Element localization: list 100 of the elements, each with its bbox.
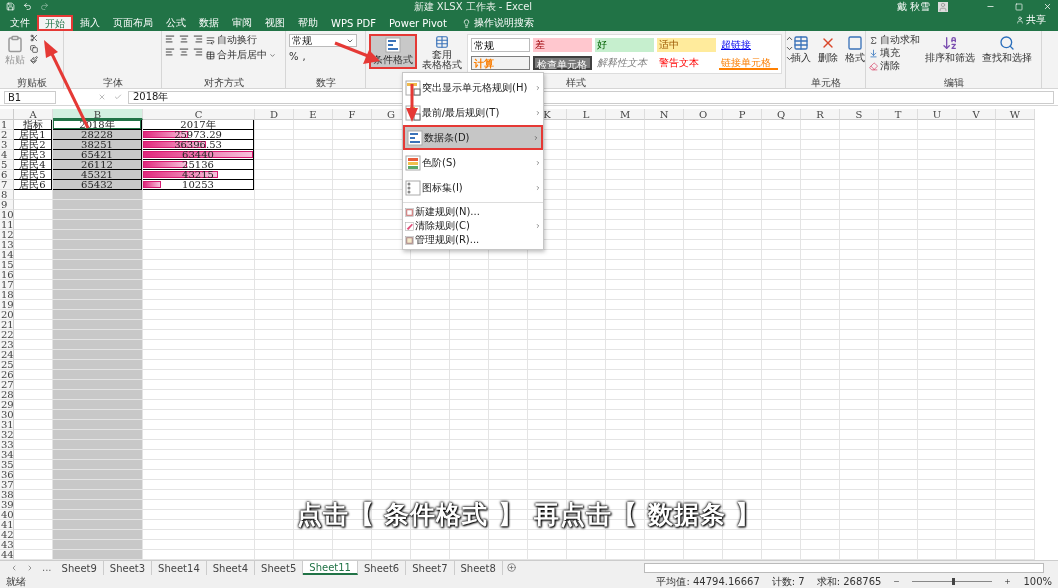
status-count: 计数: 7: [771, 574, 805, 588]
scroll-down-icon[interactable]: [785, 44, 794, 53]
check-icon[interactable]: [114, 93, 122, 101]
editing-button[interactable]: 查找和选择: [980, 34, 1034, 65]
zoom-out-icon[interactable]: [893, 578, 901, 585]
menu-item[interactable]: 色阶(S): [403, 150, 543, 175]
table-format-button[interactable]: 套用 表格格式: [420, 34, 464, 71]
cell-value: 63440: [182, 149, 214, 160]
menu-item[interactable]: 图标集(I): [403, 175, 543, 200]
column-header[interactable]: Q: [762, 109, 801, 120]
cell-style[interactable]: 检查单元格: [533, 56, 592, 70]
right-icon: [26, 563, 34, 572]
ribbon-tab[interactable]: 开始: [37, 15, 73, 31]
window-title: 新建 XLSX 工作表 - Excel: [413, 0, 533, 14]
ribbon-tab[interactable]: WPS PDF: [325, 15, 382, 31]
avatar-icon[interactable]: [938, 1, 948, 12]
cell-style[interactable]: 常规: [471, 38, 530, 52]
column-header[interactable]: P: [723, 109, 762, 120]
column-header[interactable]: F: [333, 109, 372, 120]
close-icon[interactable]: [1043, 2, 1052, 11]
editing-button[interactable]: 填充: [869, 47, 920, 59]
save-icon[interactable]: [6, 2, 15, 11]
menu-item[interactable]: 新建规则(N)...: [403, 205, 543, 219]
cells-button[interactable]: 删除: [816, 34, 840, 65]
comma-button[interactable]: ,: [302, 50, 306, 62]
column-header[interactable]: C: [143, 109, 255, 120]
ribbon-tab[interactable]: 公式: [160, 15, 192, 31]
plus-icon: [506, 563, 516, 572]
eraser-icon: [405, 221, 414, 231]
align-left-icon[interactable]: [165, 47, 175, 57]
zoom-in-icon[interactable]: [1004, 578, 1012, 585]
column-header[interactable]: B: [53, 109, 143, 120]
cells-button[interactable]: 插入: [789, 34, 813, 65]
cancel-icon[interactable]: [98, 93, 106, 101]
cells-button[interactable]: 格式: [843, 34, 867, 65]
column-header[interactable]: T: [879, 109, 918, 120]
submenu-icon: [533, 134, 539, 141]
status-sum: 求和: 268765: [816, 574, 882, 588]
column-header[interactable]: V: [957, 109, 996, 120]
editing-button[interactable]: 自动求和: [869, 34, 920, 46]
number-format-dropdown[interactable]: 常规: [289, 34, 357, 47]
name-box[interactable]: B1: [4, 90, 56, 104]
align-center-icon[interactable]: [179, 47, 189, 57]
editing-button[interactable]: 排序和筛选: [923, 34, 977, 65]
table-icon: [405, 207, 414, 217]
menu-item[interactable]: 管理规则(R)...: [403, 233, 543, 247]
scissors-icon[interactable]: [30, 34, 38, 42]
person-icon: [1016, 16, 1024, 24]
column-header[interactable]: S: [840, 109, 879, 120]
column-header[interactable]: O: [684, 109, 723, 120]
table-cell: 2017年: [143, 120, 254, 130]
ribbon-tab[interactable]: 文件: [4, 15, 36, 31]
ribbon-tab[interactable]: 数据: [193, 15, 225, 31]
group-label: 对齐方式: [203, 76, 244, 88]
brush-icon[interactable]: [30, 56, 38, 64]
sheet-tab[interactable]: Sheet11: [303, 561, 358, 575]
table-cell: 居民2: [14, 140, 52, 150]
maximize-icon[interactable]: [1015, 2, 1023, 11]
submenu-icon: [535, 184, 541, 191]
column-header[interactable]: N: [645, 109, 684, 120]
cell-style[interactable]: 好: [595, 38, 654, 52]
align-top-icon[interactable]: [165, 34, 175, 44]
column-header[interactable]: U: [918, 109, 957, 120]
table-cell: 居民6: [14, 180, 52, 190]
copy-icon[interactable]: [30, 45, 38, 53]
merge-center-button[interactable]: 合并后居中: [206, 49, 276, 61]
tell-me-search[interactable]: 操作说明搜索: [473, 16, 534, 30]
ribbon-tab[interactable]: 帮助: [292, 15, 324, 31]
ribbon-tab[interactable]: 页面布局: [107, 15, 159, 31]
submenu-icon: [535, 223, 541, 229]
editing-button[interactable]: 清除: [869, 60, 920, 72]
column-header[interactable]: R: [801, 109, 840, 120]
more-sheets-button[interactable]: ...: [38, 561, 56, 574]
ribbon-tab[interactable]: 插入: [74, 15, 106, 31]
redo-icon[interactable]: [40, 2, 49, 11]
column-header[interactable]: W: [996, 109, 1035, 120]
table-icon: [405, 79, 421, 96]
column-header[interactable]: E: [294, 109, 333, 120]
column-header[interactable]: L: [567, 109, 606, 120]
align-bottom-icon[interactable]: [193, 34, 203, 44]
wrap-text-button[interactable]: 自动换行: [206, 34, 276, 46]
ribbon-tab[interactable]: 视图: [259, 15, 291, 31]
cell-style[interactable]: 差: [533, 38, 592, 52]
merge-icon: [206, 50, 215, 60]
menu-item[interactable]: 清除规则(C): [403, 219, 543, 233]
sigma-icon: [869, 35, 878, 45]
share-button[interactable]: 共享: [1010, 12, 1052, 28]
cell-style[interactable]: 适中: [657, 38, 716, 52]
menu-item[interactable]: 数据条(D): [403, 125, 543, 150]
column-header[interactable]: D: [255, 109, 294, 120]
undo-icon[interactable]: [23, 2, 32, 11]
ribbon-tab[interactable]: Power Pivot: [382, 15, 453, 31]
align-right-icon[interactable]: [193, 47, 203, 57]
ribbon-tab[interactable]: 审阅: [226, 15, 258, 31]
scroll-up-icon[interactable]: [785, 34, 794, 43]
horizontal-scrollbar[interactable]: [644, 563, 1044, 573]
column-header[interactable]: A: [14, 109, 53, 120]
zoom-thumb[interactable]: [952, 578, 956, 585]
percent-button[interactable]: %: [289, 50, 299, 62]
align-middle-icon[interactable]: [179, 34, 189, 44]
